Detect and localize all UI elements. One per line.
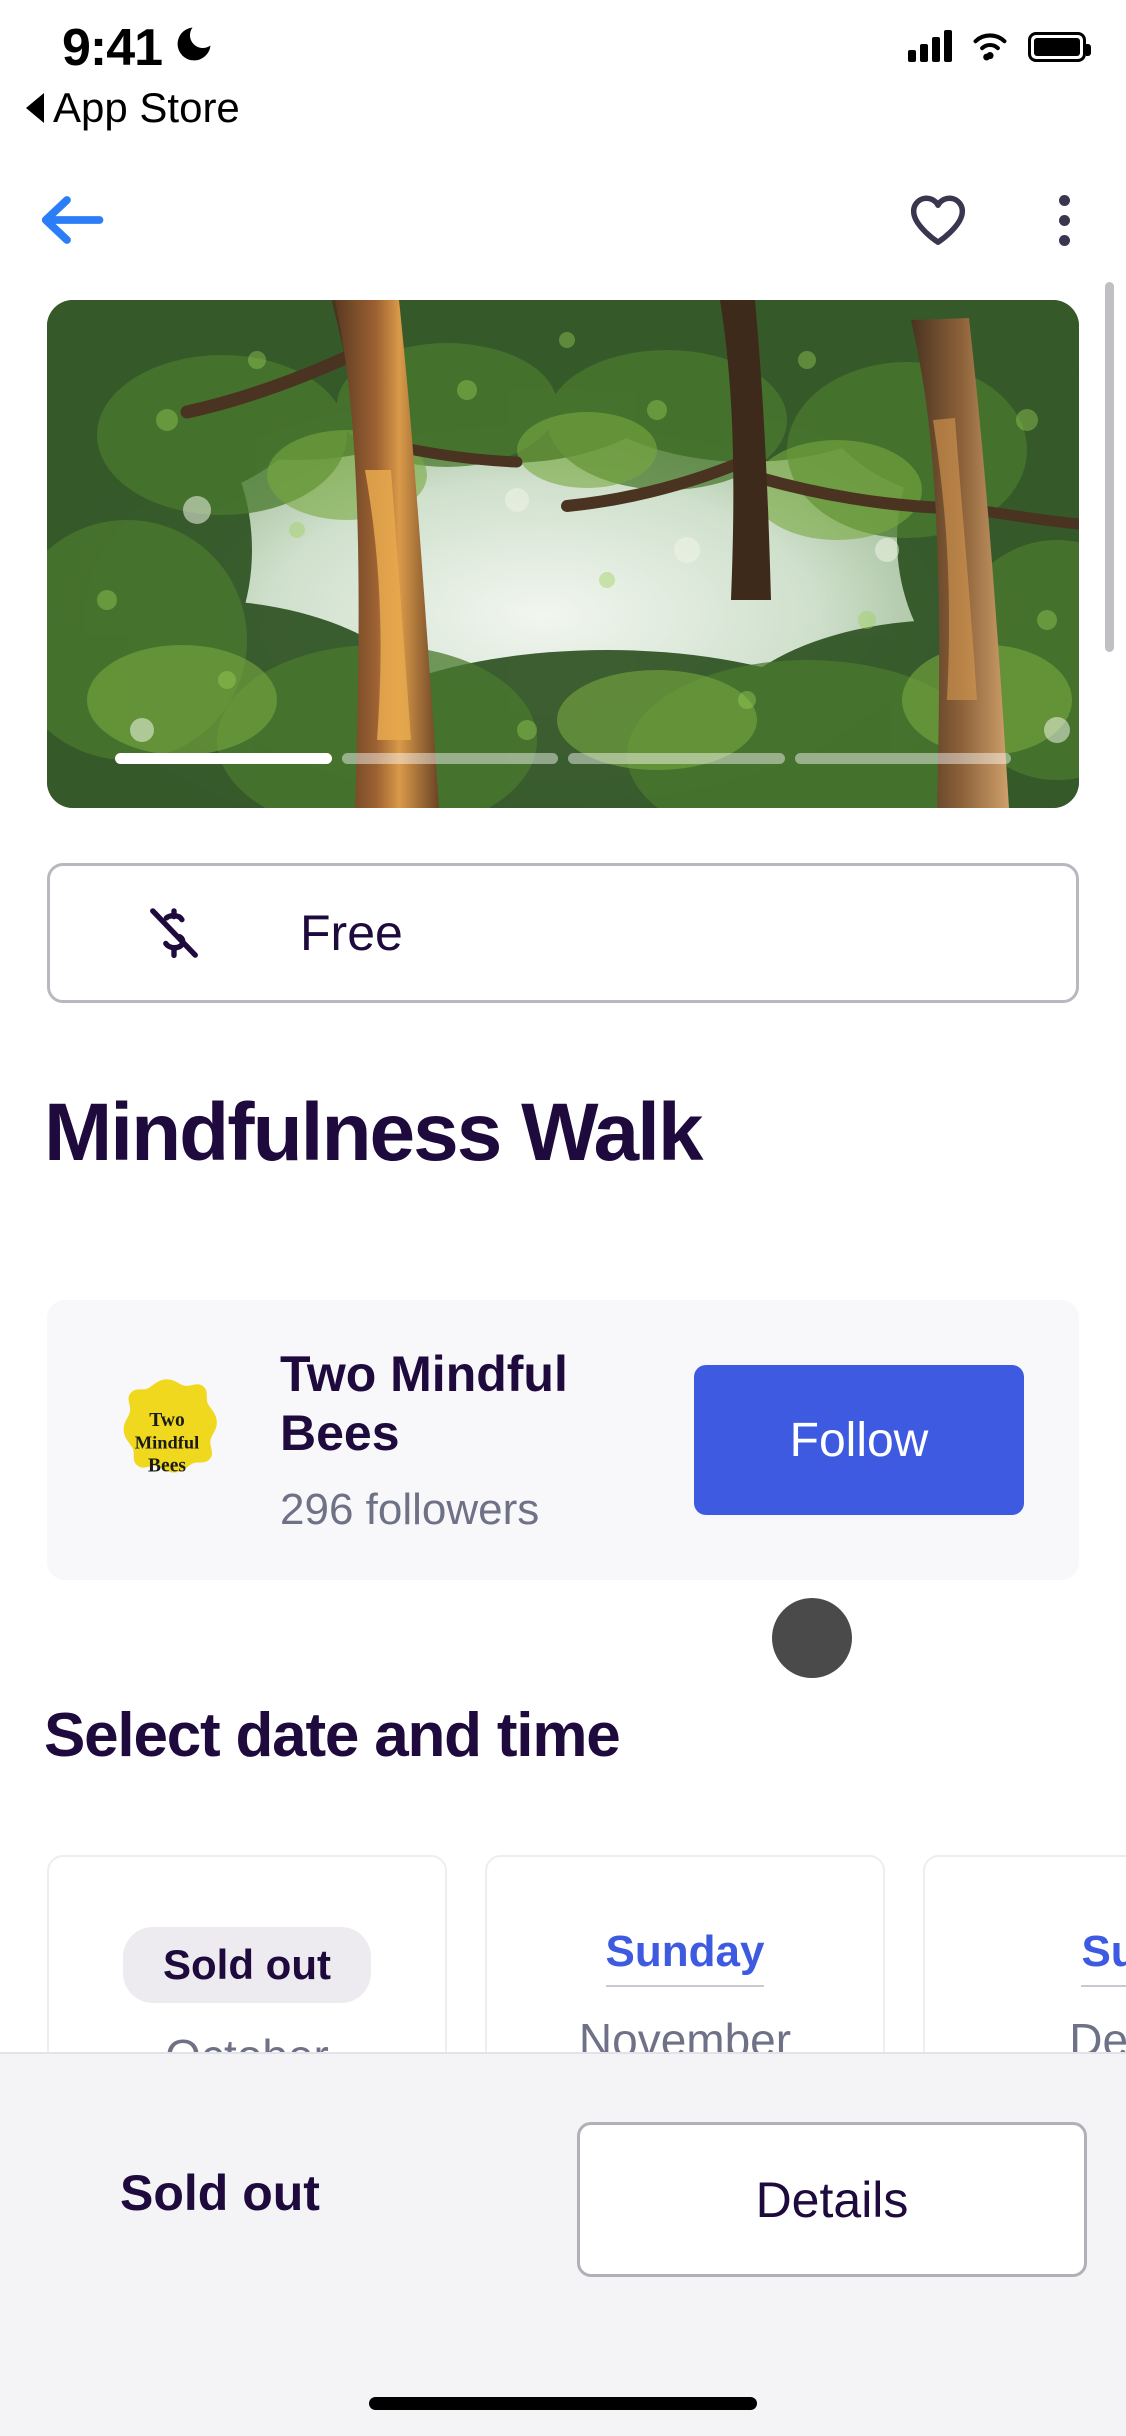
heart-outline-icon xyxy=(910,195,966,245)
return-to-app-store-button[interactable]: App Store xyxy=(26,84,240,132)
status-bar-time: 9:41 xyxy=(62,19,163,77)
organizer-name[interactable]: Two Mindful Bees xyxy=(280,1345,680,1463)
touch-indicator xyxy=(772,1598,852,1678)
bottom-status-label: Sold out xyxy=(120,2165,320,2221)
details-button[interactable]: Details xyxy=(577,2122,1087,2277)
money-off-icon xyxy=(150,908,198,959)
svg-text:Mindful: Mindful xyxy=(135,1433,199,1453)
home-indicator[interactable] xyxy=(369,2397,757,2410)
overflow-menu-button[interactable] xyxy=(1024,180,1104,260)
carousel-slide-dot[interactable] xyxy=(341,753,558,764)
event-image-carousel[interactable] xyxy=(47,300,1079,808)
date-card-list[interactable]: Sold out October Sunday November Sun Dec… xyxy=(47,1855,1126,2085)
page-scrollbar[interactable] xyxy=(1105,282,1114,652)
carousel-slide-dot[interactable] xyxy=(568,753,785,764)
date-card[interactable]: Sun Dece xyxy=(923,1855,1126,2085)
triangle-left-icon xyxy=(26,93,44,123)
kebab-menu-icon xyxy=(1058,194,1070,246)
return-app-label: App Store xyxy=(53,84,240,131)
status-bar: 9:41 App Store xyxy=(0,0,1126,140)
moon-icon xyxy=(177,27,211,61)
phone-screen: 9:41 App Store Free Mindfulness Walk Two… xyxy=(0,0,1126,2436)
status-bar-indicators xyxy=(908,30,1091,62)
navigation-bar xyxy=(0,168,1126,272)
carousel-slide-dot[interactable] xyxy=(794,753,1011,764)
tree-canopy-photo xyxy=(47,300,1079,808)
organizer-followers: 296 followers xyxy=(280,1485,540,1534)
svg-text:Two: Two xyxy=(149,1410,184,1431)
wifi-icon xyxy=(973,33,1007,61)
svg-text:Bees: Bees xyxy=(148,1455,186,1476)
date-card-day[interactable]: Sun xyxy=(1081,1927,1126,1987)
two-mindful-bees-logo-icon: Two Mindful Bees xyxy=(123,1379,217,1476)
back-button[interactable] xyxy=(32,180,112,260)
organizer-info: Two Mindful Bees 296 followers xyxy=(280,1345,694,1535)
organizer-avatar[interactable]: Two Mindful Bees xyxy=(102,1375,232,1505)
battery-full-icon xyxy=(1028,32,1091,62)
carousel-slide-dot[interactable] xyxy=(115,753,332,764)
price-badge[interactable]: Free xyxy=(47,863,1079,1003)
sold-out-badge: Sold out xyxy=(123,1927,371,2003)
date-card[interactable]: Sunday November xyxy=(485,1855,885,2085)
navbar-actions xyxy=(898,180,1104,260)
date-card-day[interactable]: Sunday xyxy=(605,1927,765,1987)
cellular-signal-icon xyxy=(908,30,952,62)
carousel-progress-indicator[interactable] xyxy=(115,753,1011,764)
favorite-button[interactable] xyxy=(898,180,978,260)
organizer-card: Two Mindful Bees Two Mindful Bees 296 fo… xyxy=(47,1300,1079,1580)
page-title: Mindfulness Walk xyxy=(44,1087,703,1178)
bottom-action-bar: Sold out Details xyxy=(0,2052,1126,2436)
price-label: Free xyxy=(300,905,403,961)
arrow-left-icon xyxy=(41,196,104,244)
follow-button[interactable]: Follow xyxy=(694,1365,1024,1515)
date-card[interactable]: Sold out October xyxy=(47,1855,447,2085)
select-date-time-heading: Select date and time xyxy=(44,1701,621,1770)
